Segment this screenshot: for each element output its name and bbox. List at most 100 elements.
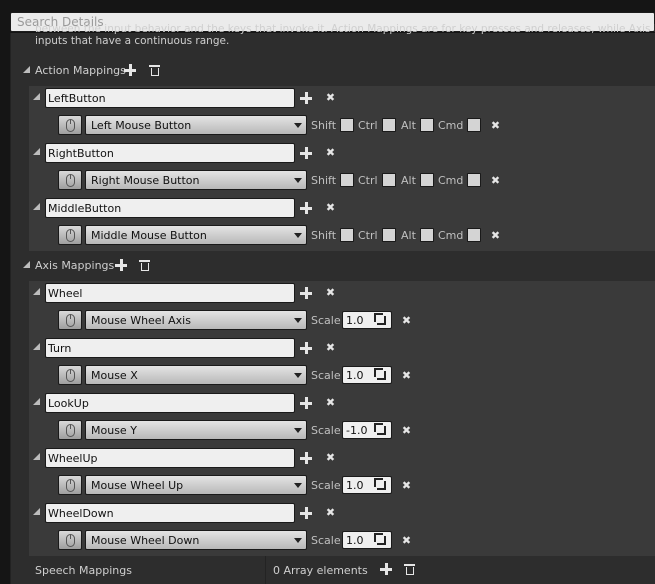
mouse-icon[interactable] [58, 475, 82, 495]
action-name-field[interactable]: LeftButton [45, 88, 295, 108]
remove-axis-button[interactable]: ✖ [325, 342, 336, 353]
action-mapping-expander-icon[interactable] [33, 148, 41, 156]
axis-name-field[interactable]: Turn [45, 338, 295, 358]
remove-axis-button[interactable]: ✖ [325, 507, 336, 518]
key-label: Right Mouse Button [91, 174, 200, 187]
key-selector[interactable]: Middle Mouse Button [85, 225, 307, 245]
axis-mappings-clear-button[interactable] [139, 259, 150, 271]
add-key-button[interactable] [300, 147, 312, 159]
mouse-icon[interactable] [58, 225, 82, 245]
mouse-icon[interactable] [58, 170, 82, 190]
axis-mappings-add-button[interactable] [115, 259, 127, 271]
modifier-checkbox-alt[interactable] [420, 228, 434, 242]
axis-name-field[interactable]: LookUp [45, 393, 295, 413]
axis-name-field[interactable]: Wheel [45, 283, 295, 303]
add-axis-key-button[interactable] [300, 507, 312, 519]
axis-key-selector[interactable]: Mouse Wheel Up [85, 475, 307, 495]
scale-input[interactable]: -1.0 [342, 421, 392, 439]
action-name-field[interactable]: RightButton [45, 143, 295, 163]
action-mapping-expander-icon[interactable] [33, 203, 41, 211]
modifier-checkbox-ctrl[interactable] [382, 228, 396, 242]
modifier-checkbox-ctrl[interactable] [382, 118, 396, 132]
key-selector[interactable]: Right Mouse Button [85, 170, 307, 190]
scale-input[interactable]: 1.0 [342, 476, 392, 494]
action-mapping-expander-icon[interactable] [33, 93, 41, 101]
action-mappings-expander-icon[interactable] [23, 66, 31, 74]
speech-mappings-clear-button[interactable] [404, 563, 415, 575]
axis-mapping-expander-icon[interactable] [33, 508, 41, 516]
chevron-down-icon [294, 483, 302, 488]
remove-axis-key-button[interactable]: ✖ [401, 535, 412, 546]
add-key-button[interactable] [300, 202, 312, 214]
remove-axis-key-button[interactable]: ✖ [401, 315, 412, 326]
speech-mappings-add-button[interactable] [380, 563, 392, 575]
resize-grip-icon[interactable] [374, 423, 386, 435]
axis-mapping-expander-icon[interactable] [33, 343, 41, 351]
axis-name-field[interactable]: WheelDown [45, 503, 295, 523]
modifier-checkbox-shift[interactable] [340, 118, 354, 132]
axis-mapping-expander-icon[interactable] [33, 453, 41, 461]
remove-axis-button[interactable]: ✖ [325, 452, 336, 463]
action-name-field[interactable]: MiddleButton [45, 198, 295, 218]
remove-axis-button[interactable]: ✖ [325, 397, 336, 408]
scale-input[interactable]: 1.0 [342, 366, 392, 384]
remove-axis-key-button[interactable]: ✖ [401, 425, 412, 436]
modifier-checkbox-cmd[interactable] [467, 173, 481, 187]
axis-key-selector[interactable]: Mouse X [85, 365, 307, 385]
scale-input[interactable]: 1.0 [342, 531, 392, 549]
axis-mapping-expander-icon[interactable] [33, 398, 41, 406]
modifier-checkbox-alt[interactable] [420, 173, 434, 187]
remove-axis-key-button[interactable]: ✖ [401, 480, 412, 491]
axis-name-field[interactable]: WheelUp [45, 448, 295, 468]
speech-mappings-label: Speech Mappings [35, 564, 132, 577]
resize-grip-icon[interactable] [374, 313, 386, 325]
add-axis-key-button[interactable] [300, 452, 312, 464]
modifier-checkbox-ctrl[interactable] [382, 173, 396, 187]
remove-key-button[interactable]: ✖ [490, 175, 501, 186]
add-axis-key-button[interactable] [300, 287, 312, 299]
add-axis-key-button[interactable] [300, 397, 312, 409]
remove-key-button[interactable]: ✖ [490, 120, 501, 131]
chevron-down-icon [294, 428, 302, 433]
modifier-checkbox-shift[interactable] [340, 228, 354, 242]
scale-input[interactable]: 1.0 [342, 311, 392, 329]
add-axis-key-button[interactable] [300, 342, 312, 354]
remove-action-button[interactable]: ✖ [325, 202, 336, 213]
axis-mapping-expander-icon[interactable] [33, 288, 41, 296]
mouse-icon[interactable] [58, 530, 82, 550]
chevron-down-icon [294, 178, 302, 183]
remove-key-button[interactable]: ✖ [490, 230, 501, 241]
mouse-icon[interactable] [58, 420, 82, 440]
speech-mappings-count: 0 Array elements [273, 564, 368, 577]
add-key-button[interactable] [300, 92, 312, 104]
modifier-label-cmd: Cmd [438, 229, 464, 242]
remove-axis-key-button[interactable]: ✖ [401, 370, 412, 381]
modifier-label-ctrl: Ctrl [358, 174, 378, 187]
axis-key-selector[interactable]: Mouse Wheel Down [85, 530, 307, 550]
modifier-checkbox-alt[interactable] [420, 118, 434, 132]
mouse-icon[interactable] [58, 365, 82, 385]
mouse-icon[interactable] [58, 115, 82, 135]
axis-mappings-expander-icon[interactable] [23, 261, 31, 269]
modifier-checkbox-cmd[interactable] [467, 118, 481, 132]
description-line-2: inputs that have a continuous range. [35, 34, 230, 47]
action-mappings-add-button[interactable] [124, 64, 136, 76]
axis-key-label: Mouse X [91, 369, 138, 382]
mouse-icon[interactable] [58, 310, 82, 330]
remove-action-button[interactable]: ✖ [325, 92, 336, 103]
action-mappings-clear-button[interactable] [149, 64, 160, 76]
modifier-label-shift: Shift [311, 229, 337, 242]
key-selector[interactable]: Left Mouse Button [85, 115, 307, 135]
action-mappings-label: Action Mappings [35, 64, 126, 77]
modifier-checkbox-shift[interactable] [340, 173, 354, 187]
axis-key-selector[interactable]: Mouse Wheel Axis [85, 310, 307, 330]
remove-action-button[interactable]: ✖ [325, 147, 336, 158]
modifier-checkbox-cmd[interactable] [467, 228, 481, 242]
remove-axis-button[interactable]: ✖ [325, 287, 336, 298]
scale-label: Scale [311, 314, 341, 327]
resize-grip-icon[interactable] [374, 368, 386, 380]
axis-key-selector[interactable]: Mouse Y [85, 420, 307, 440]
axis-key-label: Mouse Y [91, 424, 137, 437]
resize-grip-icon[interactable] [374, 533, 386, 545]
resize-grip-icon[interactable] [374, 478, 386, 490]
